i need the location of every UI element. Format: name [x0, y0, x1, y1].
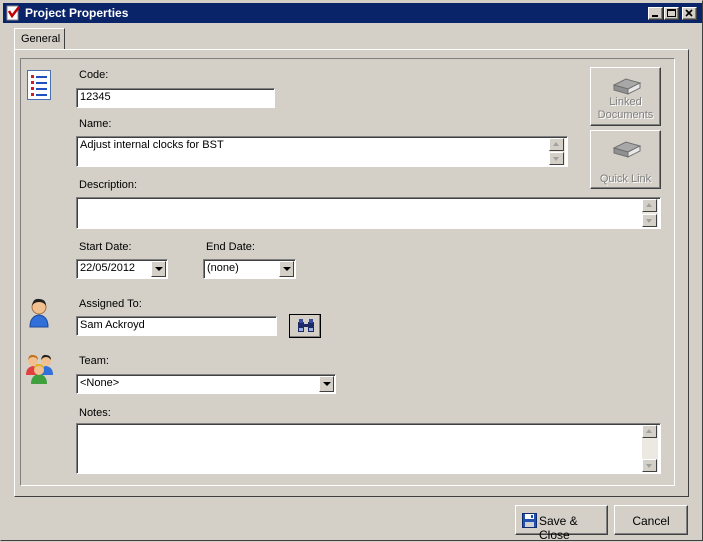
save-close-label: Save & Close [539, 514, 578, 542]
assigned-to-value: Sam Ackroyd [80, 319, 145, 331]
notes-field[interactable] [76, 423, 661, 474]
project-properties-window: Project Properties General Code: 12345 N… [0, 0, 703, 542]
arrow-down-icon [553, 157, 559, 161]
quick-link-label: Quick Link [599, 173, 652, 185]
arrow-down-icon [646, 219, 652, 223]
minimize-button[interactable] [648, 7, 663, 20]
scroll-up-button[interactable] [642, 199, 657, 212]
team-dropdown-button[interactable] [319, 376, 334, 392]
tab-general[interactable]: General [14, 28, 65, 50]
arrow-up-icon [553, 142, 559, 146]
team-select[interactable]: <None> [76, 374, 336, 394]
scroll-down-button[interactable] [549, 152, 564, 165]
minimize-icon [652, 15, 658, 17]
close-button[interactable] [682, 7, 697, 20]
floppy-disk-icon [522, 513, 537, 531]
start-date-picker[interactable]: 22/05/2012 [76, 259, 168, 279]
team-icon [25, 353, 55, 388]
description-scrollbar[interactable] [642, 199, 658, 227]
book-icon [612, 140, 642, 163]
linked-documents-line2: Documents [597, 109, 654, 121]
close-icon [685, 9, 693, 17]
app-icon [6, 5, 22, 21]
end-date-value: (none) [207, 262, 239, 274]
description-label: Description: [79, 179, 138, 191]
name-label: Name: [79, 118, 112, 130]
scroll-up-button[interactable] [642, 425, 657, 438]
arrow-down-icon [646, 464, 652, 468]
maximize-icon [667, 9, 676, 17]
code-field[interactable]: 12345 [76, 88, 275, 108]
linked-documents-line1: Linked [609, 96, 642, 108]
user-icon [27, 296, 51, 331]
end-date-picker[interactable]: (none) [203, 259, 296, 279]
title-bar[interactable]: Project Properties [3, 3, 702, 23]
team-label: Team: [79, 355, 109, 367]
end-date-label: End Date: [206, 241, 255, 253]
start-date-dropdown-button[interactable] [151, 261, 166, 277]
assigned-to-field[interactable]: Sam Ackroyd [76, 316, 277, 336]
start-date-value: 22/05/2012 [80, 262, 136, 274]
notes-label: Notes: [79, 407, 111, 419]
cancel-button[interactable]: Cancel [614, 505, 688, 535]
code-label: Code: [79, 69, 109, 81]
notes-scrollbar[interactable] [642, 425, 658, 472]
chevron-down-icon [155, 267, 163, 271]
end-date-dropdown-button[interactable] [279, 261, 294, 277]
name-scrollbar[interactable] [549, 138, 565, 165]
name-field[interactable]: Adjust internal clocks for BST [76, 136, 568, 167]
team-value: <None> [80, 377, 120, 389]
find-user-button[interactable] [289, 314, 321, 338]
save-close-button[interactable]: Save & Close [515, 505, 608, 542]
cancel-label: Cancel [632, 514, 670, 528]
chevron-down-icon [323, 382, 331, 386]
name-value: Adjust internal clocks for BST [80, 139, 224, 151]
linked-documents-button[interactable]: Linked Documents [590, 67, 661, 126]
description-field[interactable] [76, 197, 661, 229]
scroll-down-button[interactable] [642, 459, 657, 472]
arrow-up-icon [646, 429, 652, 433]
tab-general-label: General [21, 33, 61, 45]
scroll-down-button[interactable] [642, 214, 657, 227]
assigned-to-label: Assigned To: [79, 298, 142, 310]
quick-link-button[interactable]: Quick Link [590, 130, 661, 189]
list-icon [27, 70, 51, 103]
arrow-up-icon [646, 203, 652, 207]
start-date-label: Start Date: [79, 241, 132, 253]
maximize-button[interactable] [664, 7, 679, 20]
chevron-down-icon [283, 267, 291, 271]
scroll-up-button[interactable] [549, 138, 564, 151]
binoculars-icon [297, 319, 315, 336]
window-title: Project Properties [25, 6, 129, 20]
code-value: 12345 [80, 91, 111, 103]
